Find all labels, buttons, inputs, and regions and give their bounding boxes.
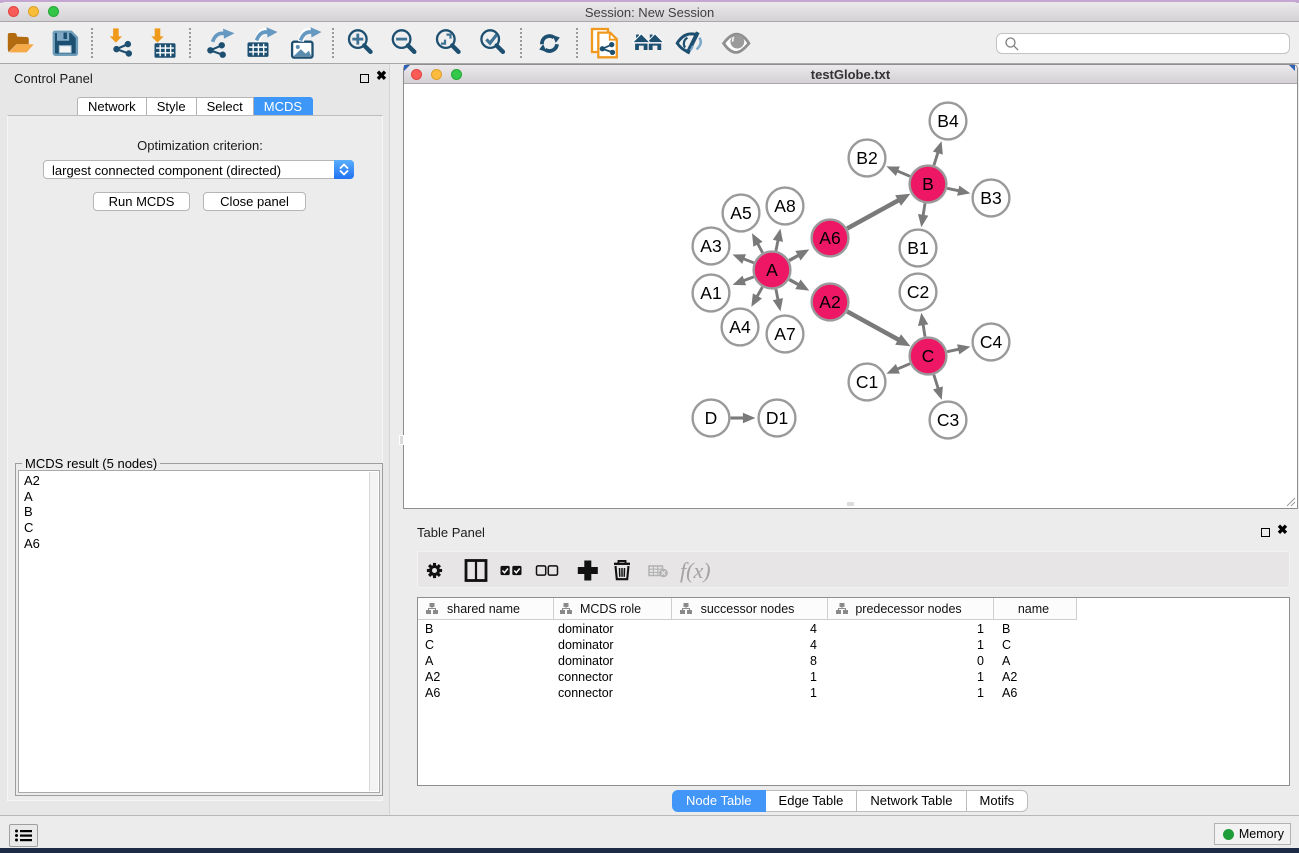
svg-text:B: B xyxy=(922,174,934,194)
svg-text:A1: A1 xyxy=(700,283,721,303)
svg-text:D: D xyxy=(705,408,718,428)
svg-text:B1: B1 xyxy=(907,238,928,258)
svg-text:f(x): f(x) xyxy=(680,558,711,583)
svg-text:B4: B4 xyxy=(937,111,959,131)
svg-text:C4: C4 xyxy=(980,332,1003,352)
svg-text:A6: A6 xyxy=(819,228,840,248)
svg-text:A3: A3 xyxy=(700,236,721,256)
svg-text:C: C xyxy=(922,346,935,366)
svg-text:C1: C1 xyxy=(856,372,878,392)
svg-text:A2: A2 xyxy=(819,292,840,312)
svg-text:D1: D1 xyxy=(766,408,788,428)
svg-text:C3: C3 xyxy=(937,410,959,430)
svg-text:A: A xyxy=(766,260,778,280)
svg-text:C2: C2 xyxy=(907,282,929,302)
svg-text:A5: A5 xyxy=(730,203,751,223)
svg-text:B3: B3 xyxy=(980,188,1001,208)
svg-text:A4: A4 xyxy=(729,317,751,337)
svg-text:A7: A7 xyxy=(774,324,795,344)
svg-text:A8: A8 xyxy=(774,196,795,216)
svg-text:B2: B2 xyxy=(856,148,877,168)
